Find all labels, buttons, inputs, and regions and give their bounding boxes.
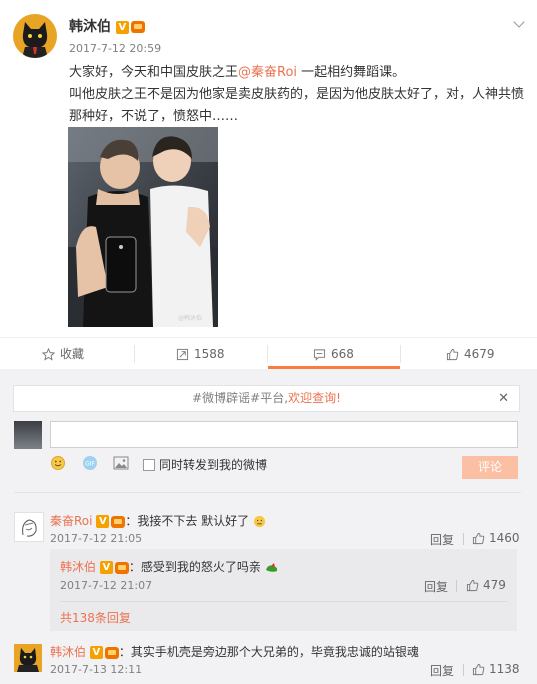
reply-button[interactable]: 回复 xyxy=(424,578,448,595)
reply-like-button[interactable]: 479 xyxy=(466,578,506,592)
notice-text: #微博辟谣#平台, xyxy=(192,391,289,405)
post-timestamp[interactable]: 2017-7-12 20:59 xyxy=(69,42,161,55)
black-cat-avatar-icon xyxy=(17,648,39,672)
comment-content: 韩沐伯 V ：其实手机壳是旁边那个大兄弟的，毕竟我忠诚的站银魂 xyxy=(50,643,419,661)
verified-badge-icon: V xyxy=(115,20,129,34)
emoji-angry-icon xyxy=(265,562,277,572)
chevron-down-icon[interactable] xyxy=(513,16,525,28)
comment-text: ：其实手机壳是旁边那个大兄弟的，毕竟我忠诚的站银魂 xyxy=(118,645,419,659)
like-button[interactable]: 4679 xyxy=(446,338,495,370)
vip-crown-icon xyxy=(130,21,145,33)
reply-button[interactable]: 回复 xyxy=(430,531,454,548)
commenter-name[interactable]: 韩沐伯 xyxy=(50,645,86,659)
thumbs-up-icon xyxy=(446,348,459,361)
reply-button[interactable]: 回复 xyxy=(430,662,454,679)
photo-image: @韩沐伯 xyxy=(68,127,218,327)
comment-like-count: 1460 xyxy=(489,531,520,545)
comment-input[interactable] xyxy=(50,421,518,448)
author-avatar[interactable] xyxy=(13,14,57,58)
comment-like-button[interactable]: 1138 xyxy=(472,662,520,676)
emoji-icon[interactable] xyxy=(50,455,66,474)
also-repost-checkbox[interactable] xyxy=(142,458,155,471)
verified-badge-icon: V xyxy=(89,646,103,659)
post-action-bar: 收藏 1588 668 4679 xyxy=(0,337,537,370)
comment-content: 秦奋Roi V ：我接不下去 默认好了 xyxy=(50,512,266,530)
comment-icon xyxy=(313,349,326,361)
sketch-avatar-icon xyxy=(22,519,37,537)
commenter-avatar[interactable] xyxy=(14,512,44,542)
thumbs-up-icon xyxy=(472,532,485,545)
comment-like-count: 1138 xyxy=(489,662,520,676)
reply-timestamp: 2017-7-12 21:07 xyxy=(60,579,153,592)
comment-text: ：我接不下去 默认好了 xyxy=(125,514,250,528)
vip-crown-icon xyxy=(111,515,126,528)
comment-timestamp: 2017-7-13 12:11 xyxy=(50,663,143,676)
verified-badge-icon: V xyxy=(96,515,110,528)
like-count: 4679 xyxy=(464,347,495,361)
emoji-sweat-icon xyxy=(253,515,266,528)
repost-icon xyxy=(176,348,189,361)
thumbs-up-icon xyxy=(466,579,479,592)
commenter-name[interactable]: 秦奋Roi xyxy=(50,514,92,528)
verified-badge-icon: V xyxy=(99,561,113,574)
gif-icon[interactable]: GIF xyxy=(82,455,98,474)
reply-author-name[interactable]: 韩沐伯 xyxy=(60,560,96,574)
commenter-avatar[interactable] xyxy=(14,644,42,672)
photo-watermark: @韩沐伯 xyxy=(178,314,202,322)
post-text-line1: 大家好，今天和中国皮肤之王 xyxy=(69,65,239,80)
divider xyxy=(60,601,507,602)
reply-like-count: 479 xyxy=(483,578,506,592)
svg-text:GIF: GIF xyxy=(85,461,95,468)
favorite-label: 收藏 xyxy=(60,347,85,361)
vip-crown-icon xyxy=(114,561,129,574)
image-icon[interactable] xyxy=(113,456,129,473)
reply-content: 韩沐伯 V ：感受到我的怒火了吗亲 xyxy=(60,558,279,576)
black-cat-avatar-icon xyxy=(22,22,48,58)
mention-link[interactable]: @秦奋Roi xyxy=(238,65,297,80)
rumor-notice-banner[interactable]: #微博辟谣#平台,欢迎查询! ✕ xyxy=(13,385,520,412)
post-text-line2: 叫他皮肤之王不是因为他家是卖皮肤药的，是因为他皮肤太好了，对，人神共愤那种好，不… xyxy=(69,87,525,124)
composer-tools: GIF 同时转发到我的微博 xyxy=(50,455,267,473)
repost-count: 1588 xyxy=(194,347,225,361)
favorite-button[interactable]: 收藏 xyxy=(42,338,84,370)
author-name[interactable]: 韩沐伯 xyxy=(69,19,111,35)
star-icon xyxy=(42,348,55,361)
close-icon[interactable]: ✕ xyxy=(498,386,509,411)
submit-comment-button[interactable]: 评论 xyxy=(462,456,518,479)
more-replies-link[interactable]: 共138条回复 xyxy=(60,609,131,626)
thumbs-up-icon xyxy=(472,663,485,676)
comment-timestamp: 2017-7-12 21:05 xyxy=(50,532,143,545)
notice-link[interactable]: 欢迎查询! xyxy=(288,391,341,405)
current-user-avatar xyxy=(14,421,42,449)
comment-count: 668 xyxy=(331,347,354,361)
post-text-line1-end: 一起相约舞蹈课。 xyxy=(297,65,406,80)
reply-text: ：感受到我的怒火了吗亲 xyxy=(128,560,261,574)
also-repost-label[interactable]: 同时转发到我的微博 xyxy=(159,456,267,473)
vip-crown-icon xyxy=(104,646,119,659)
repost-button[interactable]: 1588 xyxy=(176,338,225,370)
post-text: 大家好，今天和中国皮肤之王@秦奋Roi 一起相约舞蹈课。 叫他皮肤之王不是因为他… xyxy=(69,62,524,128)
divider xyxy=(14,492,521,493)
comment-like-button[interactable]: 1460 xyxy=(472,531,520,545)
post-photo[interactable]: @韩沐伯 xyxy=(68,127,218,327)
author-name-row: 韩沐伯 V xyxy=(69,16,145,36)
